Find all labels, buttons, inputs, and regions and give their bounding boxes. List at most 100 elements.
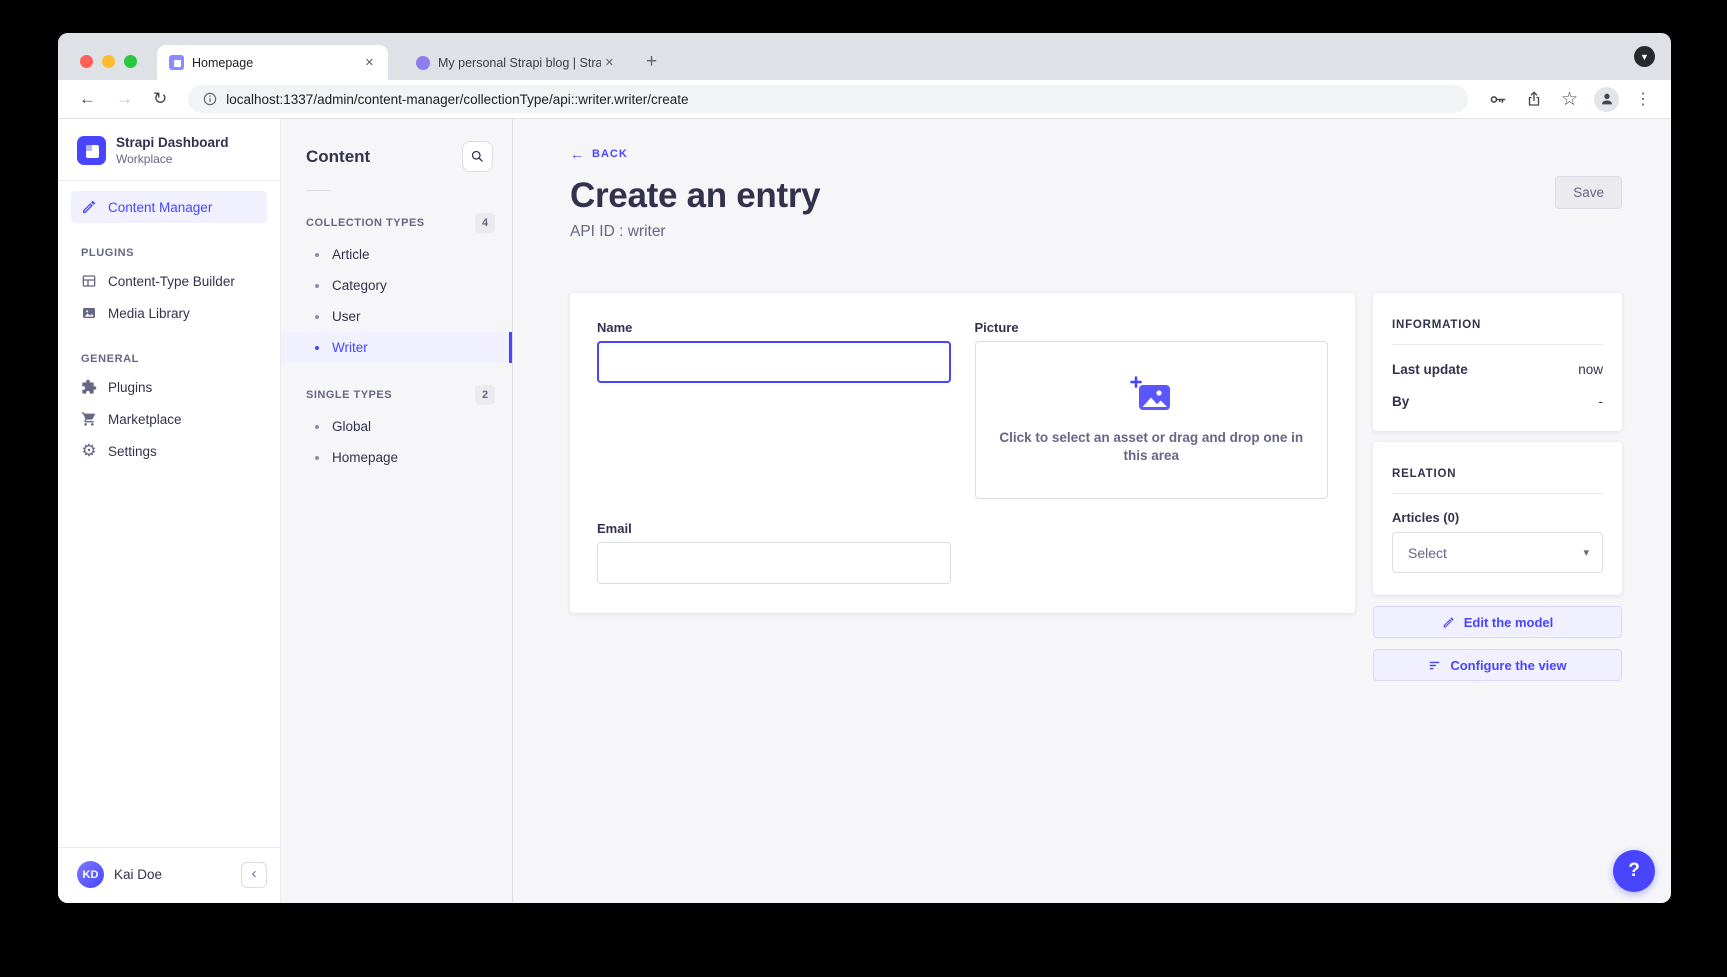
user-name: Kai Doe xyxy=(114,867,231,882)
group-label: SINGLE TYPES xyxy=(306,389,392,401)
subnav-item-homepage[interactable]: Homepage xyxy=(281,442,512,473)
articles-relation-label: Articles (0) xyxy=(1392,510,1603,525)
search-button[interactable] xyxy=(462,141,493,172)
count-badge: 2 xyxy=(475,385,495,405)
articles-select[interactable]: Select ▾ xyxy=(1392,532,1603,573)
entry-form-card: Name Picture xyxy=(570,293,1355,613)
bullet-icon xyxy=(315,346,319,350)
subnav-item-writer[interactable]: Writer xyxy=(281,332,512,363)
tab-title: My personal Strapi blog | Strap xyxy=(438,56,601,70)
upload-hint-text: Click to select an asset or drag and dro… xyxy=(986,429,1316,465)
chrome-profile-avatar[interactable] xyxy=(1594,87,1619,112)
browser-tab-strip: Homepage ✕ My personal Strapi blog | Str… xyxy=(58,33,1671,80)
maximize-window-button[interactable] xyxy=(124,55,137,68)
sidebar-item-label: Plugins xyxy=(108,380,152,395)
pen-icon xyxy=(81,199,97,215)
url-text: localhost:1337/admin/content-manager/col… xyxy=(226,92,688,107)
divider xyxy=(306,190,330,191)
email-field-group: Email xyxy=(597,521,951,584)
forward-button[interactable]: → xyxy=(109,89,140,109)
sidebar-item-content-manager[interactable]: Content Manager xyxy=(71,191,267,223)
divider xyxy=(1392,493,1603,494)
url-bar[interactable]: localhost:1337/admin/content-manager/col… xyxy=(188,85,1468,113)
picture-upload-dropzone[interactable]: Click to select an asset or drag and dro… xyxy=(975,341,1329,499)
picture-label: Picture xyxy=(975,320,1329,335)
bullet-icon xyxy=(315,425,319,429)
sidebar-item-label: Content Manager xyxy=(108,200,212,215)
subnav-item-category[interactable]: Category xyxy=(281,270,512,301)
sidebar-section-plugins: PLUGINS xyxy=(81,247,280,259)
tab-homepage[interactable]: Homepage ✕ xyxy=(157,45,388,80)
sidebar-item-marketplace[interactable]: Marketplace xyxy=(71,403,267,435)
share-icon[interactable] xyxy=(1519,90,1549,108)
password-key-icon[interactable] xyxy=(1482,90,1513,109)
sidebar-item-label: Settings xyxy=(108,444,157,459)
name-label: Name xyxy=(597,320,951,335)
filter-lines-icon xyxy=(1428,659,1441,672)
back-label: BACK xyxy=(592,148,628,160)
name-input[interactable] xyxy=(597,341,951,383)
new-tab-button[interactable]: + xyxy=(640,51,663,73)
subnav-item-label: User xyxy=(332,309,361,324)
minimize-window-button[interactable] xyxy=(102,55,115,68)
configure-view-label: Configure the view xyxy=(1450,658,1566,673)
tab-strapi-blog[interactable]: My personal Strapi blog | Strap ✕ xyxy=(404,45,628,80)
brand-block: Strapi Dashboard Workplace xyxy=(58,119,280,180)
help-button[interactable]: ? xyxy=(1613,850,1655,892)
chrome-menu-icon[interactable]: ⋮ xyxy=(1629,89,1657,109)
subnav-item-user[interactable]: User xyxy=(281,301,512,332)
select-value: Select xyxy=(1408,545,1447,561)
bullet-icon xyxy=(315,315,319,319)
api-id-subtitle: API ID : writer xyxy=(570,223,820,241)
sidebar-item-plugins[interactable]: Plugins xyxy=(71,371,267,403)
configure-view-button[interactable]: Configure the view xyxy=(1373,649,1622,681)
site-info-icon[interactable] xyxy=(202,91,218,107)
sidebar-item-label: Content-Type Builder xyxy=(108,274,235,289)
bullet-icon xyxy=(315,253,319,257)
back-link[interactable]: ← BACK xyxy=(570,146,628,162)
collapse-sidebar-button[interactable]: ‹ xyxy=(241,862,267,888)
subnav-item-global[interactable]: Global xyxy=(281,411,512,442)
relation-title: RELATION xyxy=(1392,461,1603,480)
subnav-item-label: Article xyxy=(332,247,370,262)
tab-search-button[interactable]: ▼ xyxy=(1634,46,1655,67)
bookmark-star-icon[interactable]: ☆ xyxy=(1555,88,1584,111)
count-badge: 4 xyxy=(475,213,495,233)
browser-window: Homepage ✕ My personal Strapi blog | Str… xyxy=(58,33,1671,903)
pencil-icon xyxy=(1442,616,1455,629)
by-value: - xyxy=(1599,394,1604,409)
by-label: By xyxy=(1392,394,1409,409)
strapi-favicon-icon xyxy=(169,55,184,70)
content-subnav: Content COLLECTION TYPES 4 Article Cate xyxy=(281,119,513,903)
sidebar-bottom: KD Kai Doe ‹ xyxy=(58,847,280,903)
information-card: INFORMATION Last update now By - xyxy=(1373,293,1622,431)
brand-subtitle: Workplace xyxy=(116,152,229,166)
close-window-button[interactable] xyxy=(80,55,93,68)
blog-favicon-icon xyxy=(416,56,430,70)
last-update-value: now xyxy=(1578,362,1603,377)
image-icon xyxy=(81,305,97,321)
back-button[interactable]: ← xyxy=(72,89,103,109)
last-update-label: Last update xyxy=(1392,362,1468,377)
sidebar-item-label: Marketplace xyxy=(108,412,182,427)
user-avatar[interactable]: KD xyxy=(77,861,104,888)
email-input[interactable] xyxy=(597,542,951,584)
reload-button[interactable]: ↻ xyxy=(146,89,174,109)
tab-close-icon[interactable]: ✕ xyxy=(601,54,618,71)
search-icon xyxy=(470,149,485,164)
single-types-header: SINGLE TYPES 2 xyxy=(281,377,512,411)
picture-field-group: Picture Click to select an asset or drag… xyxy=(975,320,1329,499)
tab-close-icon[interactable]: ✕ xyxy=(361,54,378,71)
window-controls xyxy=(80,55,137,68)
bullet-icon xyxy=(315,284,319,288)
sidebar-item-content-type-builder[interactable]: Content-Type Builder xyxy=(71,265,267,297)
save-button[interactable]: Save xyxy=(1555,176,1622,209)
strapi-logo-icon xyxy=(77,136,106,165)
page-title: Create an entry xyxy=(570,176,820,216)
group-label: COLLECTION TYPES xyxy=(306,217,425,229)
subnav-item-article[interactable]: Article xyxy=(281,239,512,270)
sidebar-item-media-library[interactable]: Media Library xyxy=(71,297,267,329)
sidebar-item-settings[interactable]: ⚙ Settings xyxy=(71,435,267,467)
main-content: ← BACK Create an entry API ID : writer S… xyxy=(513,119,1671,903)
edit-model-button[interactable]: Edit the model xyxy=(1373,606,1622,638)
